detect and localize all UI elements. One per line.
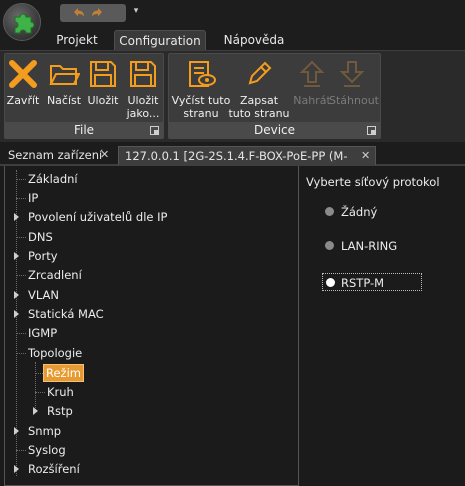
puzzle-logo-icon [14, 13, 35, 34]
tree-guide-line [35, 362, 36, 412]
ribbon-tabs: Projekt Configuration Nápověda [0, 30, 465, 50]
device-dialog-launcher-icon[interactable] [367, 126, 376, 135]
quick-access-toolbar [60, 4, 126, 22]
radio-dot[interactable] [325, 207, 334, 216]
file-dialog-launcher-icon[interactable] [150, 126, 159, 135]
title-bar: ▾ [0, 0, 465, 41]
close-button[interactable]: Zavřít [7, 56, 39, 120]
tab-device-list[interactable]: Seznam zařízení ✕ [2, 146, 116, 165]
save-as-button[interactable]: Uložit jako... [127, 56, 159, 120]
expand-arrow-icon[interactable] [14, 427, 19, 435]
floppy-disk-icon [90, 61, 116, 87]
download-arrow-icon [339, 61, 365, 87]
tab-device-config[interactable]: 127.0.0.1 [2G-2S.1.4.F-BOX-PoE-PP (M-PoE… [118, 146, 376, 181]
write-page-button[interactable]: Zapsat tuto stranu [228, 56, 290, 120]
redo-icon[interactable] [90, 5, 106, 21]
app-menu-button[interactable] [3, 3, 41, 41]
close-tab-icon[interactable]: ✕ [100, 146, 109, 164]
ribbon: Zavřít Načíst Uložit Uložit jako... File… [0, 50, 465, 142]
download-button[interactable]: Stáhnout [329, 56, 379, 120]
pencil-icon [248, 61, 272, 85]
radio-rstp-m[interactable]: RSTP-M [322, 273, 422, 291]
close-tab-icon[interactable]: ✕ [361, 147, 370, 165]
read-page-button[interactable]: Vyčíst tuto stranu [172, 56, 230, 120]
file-group-label: File [5, 122, 163, 138]
expand-arrow-icon[interactable] [14, 465, 19, 473]
expand-arrow-icon[interactable] [14, 213, 19, 221]
expand-arrow-icon[interactable] [33, 407, 38, 415]
undo-icon[interactable] [70, 5, 86, 21]
radio-dot[interactable] [325, 241, 334, 250]
tab-napoveda[interactable]: Nápověda [222, 30, 286, 50]
protocol-panel: Vyberte síťový protokol Žádný LAN-RING R… [300, 166, 465, 486]
folder-icon [49, 65, 80, 85]
upload-button[interactable]: Nahrát [293, 56, 331, 120]
open-button[interactable]: Načíst [47, 56, 81, 120]
save-button[interactable]: Uložit [87, 56, 119, 120]
panel-title: Vyberte síťový protokol [306, 175, 440, 189]
document-tabs: Seznam zařízení ✕ 127.0.0.1 [2G-2S.1.4.F… [0, 142, 465, 181]
floppy-disk-save-as-icon [130, 61, 156, 87]
radio-dot[interactable] [326, 278, 335, 287]
tab-projekt[interactable]: Projekt [52, 30, 102, 50]
upload-arrow-icon [299, 60, 325, 87]
expand-arrow-icon[interactable] [14, 291, 19, 299]
close-x-icon [9, 60, 37, 88]
settings-tree: Základní IP Povolení uživatelů dle IP DN… [4, 166, 299, 486]
device-group-label: Device [169, 122, 380, 138]
file-group: Zavřít Načíst Uložit Uložit jako... File [4, 53, 164, 139]
expand-arrow-icon[interactable] [14, 310, 19, 318]
read-document-icon [189, 61, 216, 87]
customize-toolbar-icon[interactable]: ▾ [130, 6, 142, 18]
expand-arrow-icon[interactable] [14, 252, 19, 260]
device-group: Vyčíst tuto stranu Zapsat tuto stranu Na… [168, 53, 381, 139]
tab-configuration[interactable]: Configuration [114, 30, 206, 50]
